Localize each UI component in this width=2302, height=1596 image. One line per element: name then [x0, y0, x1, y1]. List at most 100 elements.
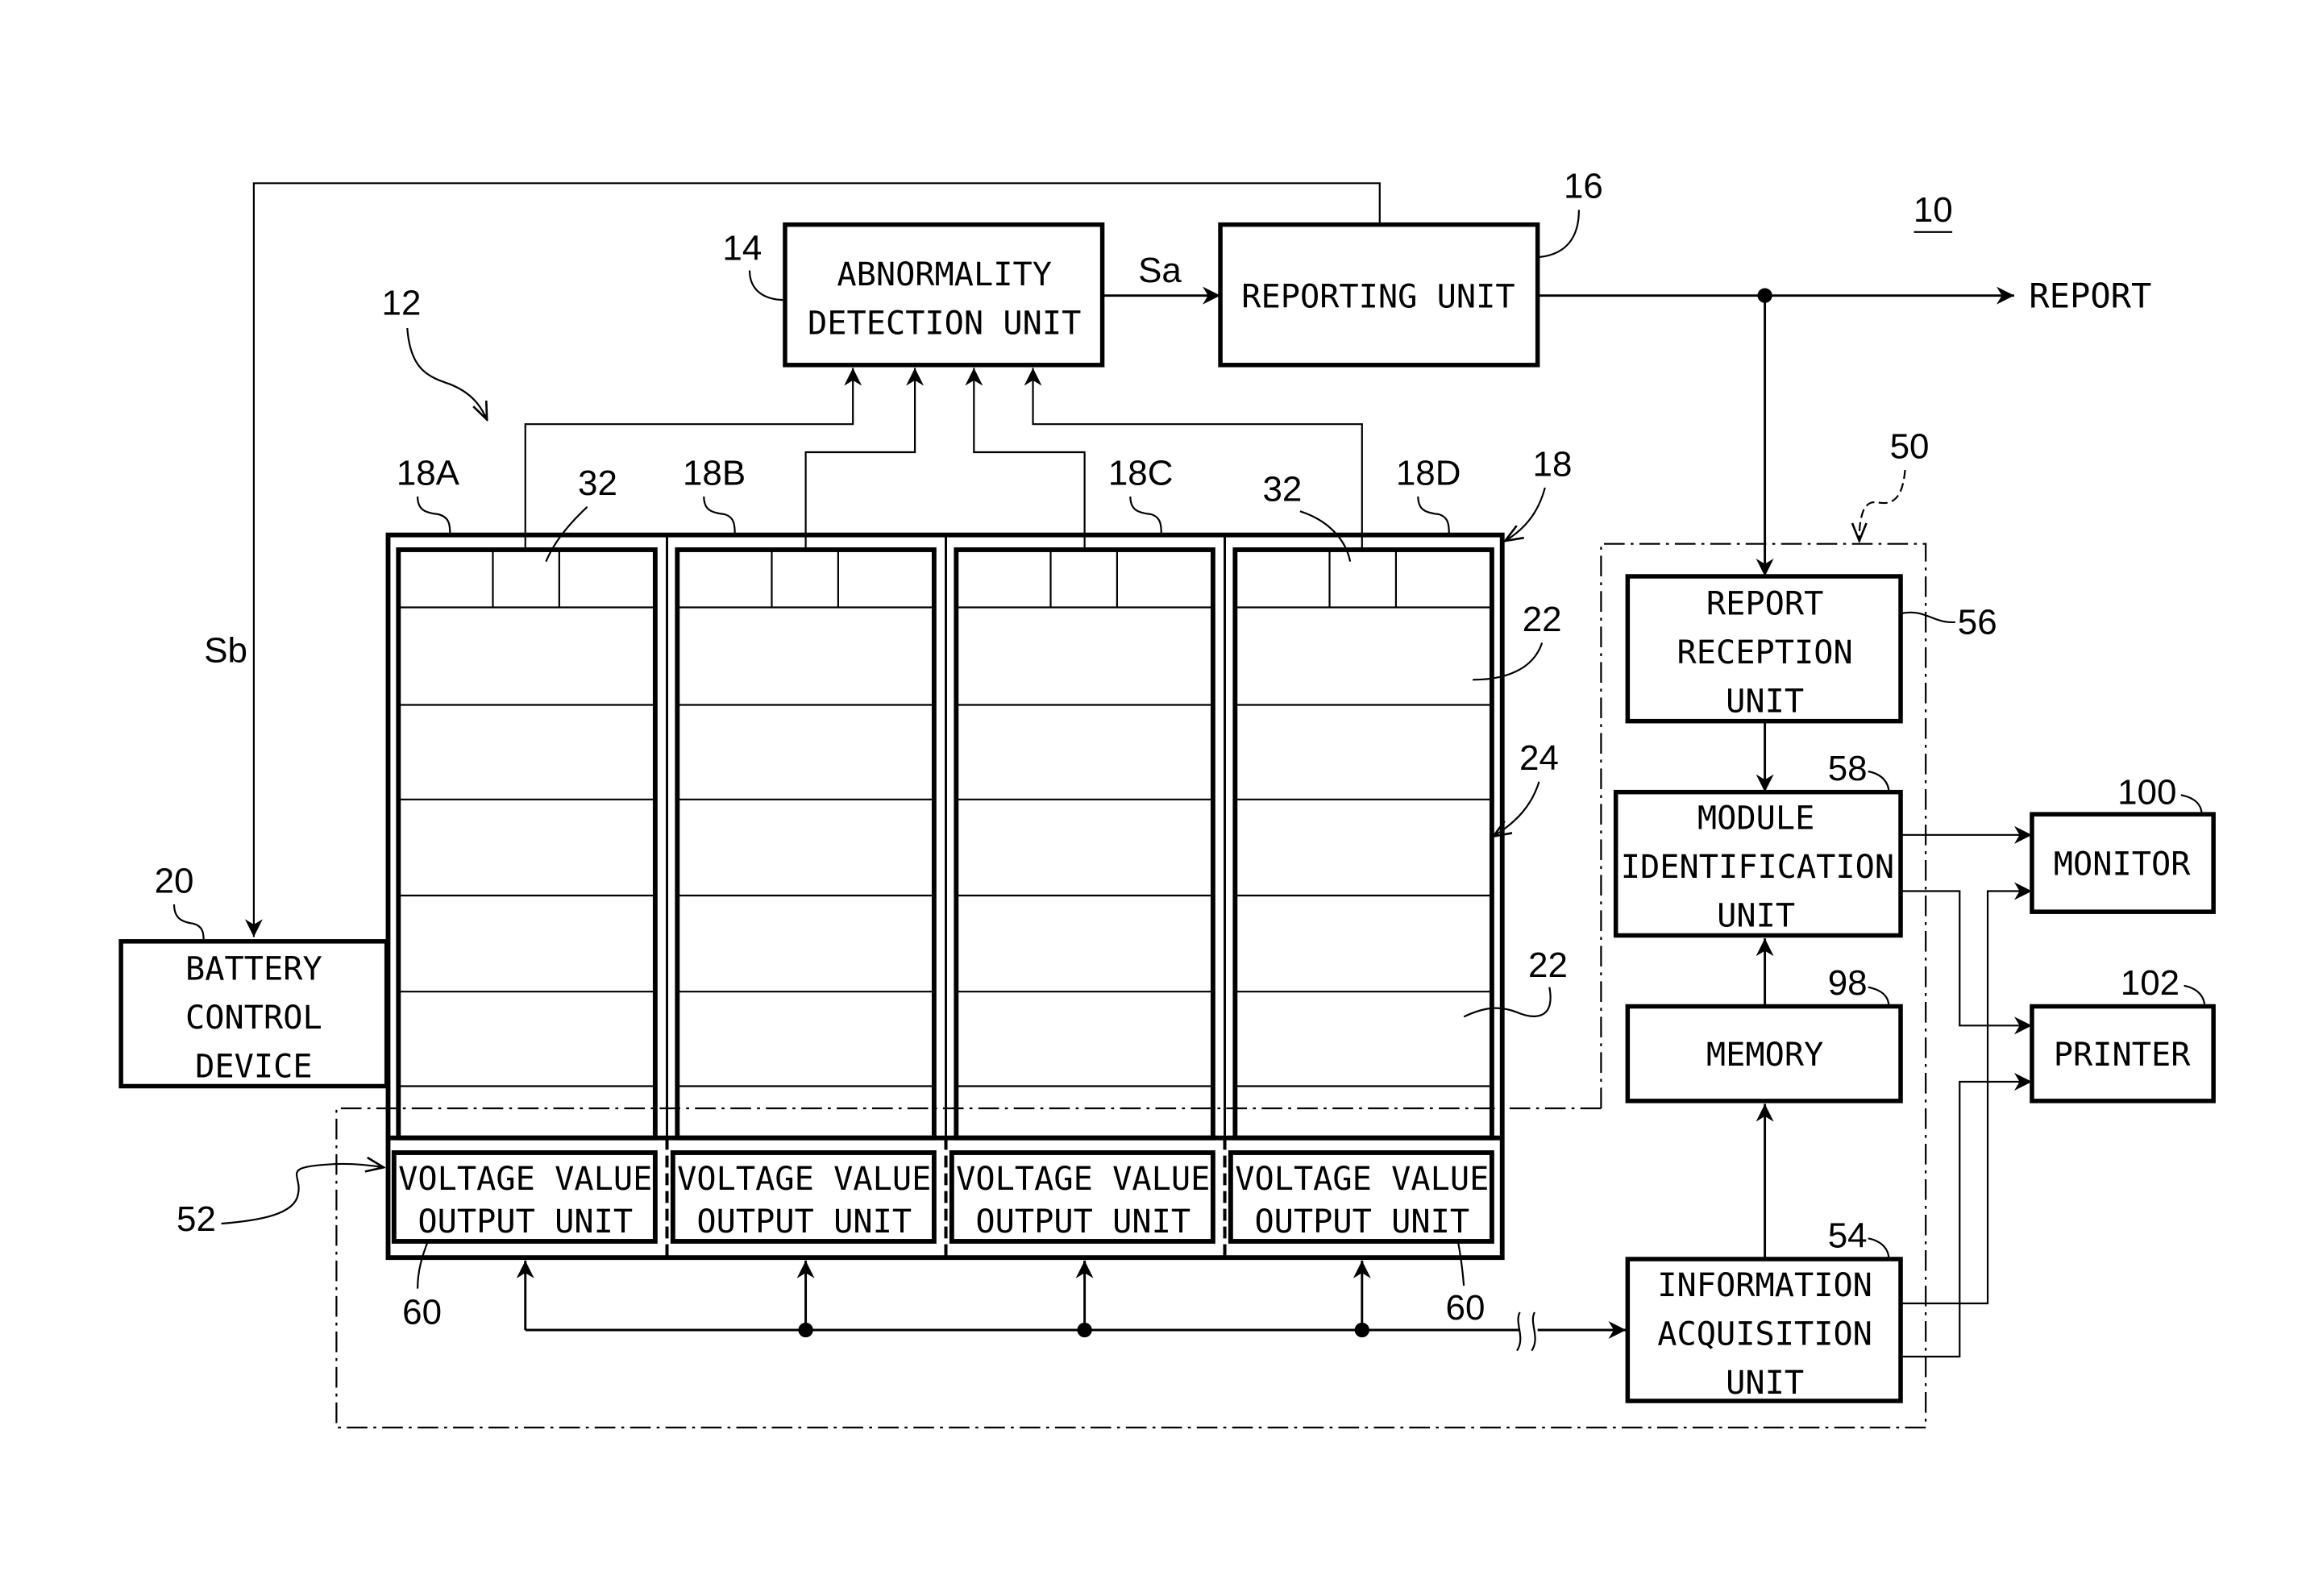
- frame-ref-24: 24: [1519, 738, 1559, 778]
- acquisition-to-monitor-arrow: [1901, 882, 2032, 1305]
- column-leader-18d: [1417, 496, 1450, 535]
- rack-ref-18: 18: [1533, 444, 1573, 484]
- voltage-unit-ref-right: 60: [1446, 1288, 1485, 1328]
- rack-column-refs: 18A 18B 18C 18D 18 32 32 22 24 22: [397, 444, 1573, 1018]
- battery-control-line-1: BATTERY: [185, 950, 322, 987]
- column-leader-18a: [417, 496, 451, 535]
- module-identification-leader: [1868, 770, 1890, 792]
- monitor-ref: 100: [2117, 772, 2176, 812]
- cell-ref-32-right: 32: [1263, 469, 1303, 509]
- module-identification-unit: MODULE IDENTIFICATION UNIT 58: [1613, 749, 1903, 938]
- battery-control-line-3: DEVICE: [195, 1047, 312, 1085]
- monitoring-system-ref: 50: [1890, 426, 1930, 466]
- sa-signal-label: Sa: [1138, 251, 1182, 290]
- report-reception-ref: 56: [1958, 602, 1997, 642]
- module-identification-line-1: MODULE: [1697, 799, 1814, 837]
- module-frame: [675, 547, 937, 1141]
- voltage-group-pointer: [221, 1164, 384, 1225]
- report-output-label: REPORT: [2029, 276, 2151, 315]
- acquisition-to-printer-arrow: [1901, 1073, 2032, 1358]
- block-diagram: 10 Sb ABNORMALITY DETECTION UNIT 14 Sa R…: [118, 167, 2216, 1429]
- module-identification-line-2: IDENTIFICATION: [1621, 848, 1894, 886]
- voltage-unit-leader-right: [1456, 1241, 1465, 1286]
- monitor-leader: [2180, 794, 2203, 815]
- system-ref-label: 10: [1913, 190, 1953, 230]
- bus-break-mark-2: [1531, 1311, 1536, 1352]
- rack-column: VOLTAGE VALUE OUTPUT UNIT: [1228, 547, 1494, 1244]
- voltage-unit-label: VOLTAGE VALUE: [1235, 1160, 1489, 1198]
- rack-c-signal-line: [965, 368, 1086, 550]
- voltage-unit-leader-left: [417, 1241, 429, 1289]
- rack-pointer-18: [1505, 487, 1546, 541]
- printer-ref: 102: [2121, 963, 2179, 1003]
- module-ref-22-bottom: 22: [1528, 946, 1568, 985]
- column-leader-18b: [703, 496, 736, 535]
- bus-junction-b: [798, 1322, 813, 1338]
- module-frame: [396, 547, 658, 1141]
- voltage-unit-label: OUTPUT UNIT: [975, 1203, 1190, 1241]
- sb-signal-label: Sb: [204, 630, 247, 670]
- column-ref-18d: 18D: [1396, 453, 1461, 493]
- information-acquisition-line-2: ACQUISITION: [1657, 1315, 1872, 1353]
- information-acquisition-line-1: INFORMATION: [1657, 1266, 1872, 1304]
- report-reception-unit: REPORT RECEPTION UNIT 56: [1625, 574, 1997, 724]
- voltage-unit-label: OUTPUT UNIT: [418, 1203, 633, 1241]
- reporting-unit: REPORTING UNIT 16: [1218, 167, 1603, 368]
- bus-junction-d: [1354, 1322, 1369, 1338]
- bus-junction-c: [1077, 1322, 1092, 1338]
- reporting-unit-leader: [1539, 210, 1581, 259]
- battery-system-pointer: [406, 327, 487, 420]
- voltage-unit-ref-left: 60: [402, 1293, 442, 1332]
- reporting-unit-label: REPORTING UNIT: [1241, 277, 1515, 315]
- printer-leader: [2184, 984, 2206, 1007]
- monitor-device: MONITOR 100: [2030, 772, 2216, 914]
- abnormality-ref: 14: [722, 229, 762, 268]
- report-reception-leader: [1901, 611, 1955, 623]
- memory-leader: [1868, 986, 1890, 1007]
- rack-column: VOLTAGE VALUE OUTPUT UNIT: [670, 547, 937, 1244]
- column-ref-18a: 18A: [397, 453, 460, 493]
- battery-control-line-2: CONTROL: [185, 999, 322, 1037]
- printer-device: PRINTER 102: [2030, 963, 2216, 1103]
- information-acquisition-line-3: UNIT: [1726, 1364, 1804, 1402]
- report-reception-line-2: RECEPTION: [1677, 634, 1852, 671]
- information-acquisition-ref: 54: [1828, 1216, 1868, 1255]
- battery-control-ref: 20: [155, 861, 194, 900]
- voltage-unit-label: VOLTAGE VALUE: [956, 1160, 1210, 1198]
- information-acquisition-leader: [1868, 1237, 1890, 1260]
- rack-d-signal-line: [1024, 368, 1363, 550]
- bus-break-mark-1: [1516, 1311, 1522, 1352]
- module-identification-ref: 58: [1828, 749, 1868, 788]
- memory-ref: 98: [1828, 963, 1868, 1003]
- abnormality-leader: [748, 270, 785, 301]
- report-reception-line-1: REPORT: [1706, 585, 1823, 623]
- rack-b-signal-line: [804, 368, 925, 550]
- report-reception-line-3: UNIT: [1726, 683, 1804, 721]
- rack-column: VOLTAGE VALUE OUTPUT UNIT: [949, 547, 1215, 1244]
- voltage-unit-label: OUTPUT UNIT: [696, 1203, 912, 1241]
- module-leader-22-top: [1473, 642, 1544, 681]
- rack-column: VOLTAGE VALUE OUTPUT UNIT: [391, 547, 658, 1244]
- abnormality-detection-box: [783, 222, 1105, 368]
- voltage-unit-label: VOLTAGE VALUE: [677, 1160, 931, 1198]
- module-ref-22-top: 22: [1523, 600, 1562, 639]
- battery-system-ref: 12: [382, 283, 422, 322]
- monitor-label: MONITOR: [2054, 845, 2191, 883]
- battery-control-leader: [172, 904, 205, 941]
- module-frame: [954, 547, 1215, 1141]
- module-identification-line-3: UNIT: [1717, 896, 1795, 934]
- column-ref-18b: 18B: [683, 453, 746, 493]
- module-frame: [1232, 547, 1494, 1141]
- cell-ref-32-left: 32: [578, 463, 617, 503]
- voltage-group-ref: 52: [177, 1199, 216, 1239]
- abnormality-line-1: ABNORMALITY: [837, 256, 1052, 293]
- battery-rack: VOLTAGE VALUE OUTPUT UNIT VOLTAGE VALUE OUT…: [385, 532, 1505, 1261]
- identification-to-printer-arrow: [1901, 890, 2032, 1035]
- monitoring-system-pointer: [1859, 469, 1906, 541]
- reporting-unit-ref: 16: [1564, 167, 1603, 206]
- abnormality-detection-unit: ABNORMALITY DETECTION UNIT 14: [722, 222, 1105, 368]
- printer-label: PRINTER: [2054, 1036, 2191, 1074]
- system-reference: 10: [1913, 190, 1953, 233]
- voltage-unit-label: VOLTAGE VALUE: [398, 1160, 652, 1198]
- column-ref-18c: 18C: [1108, 453, 1174, 493]
